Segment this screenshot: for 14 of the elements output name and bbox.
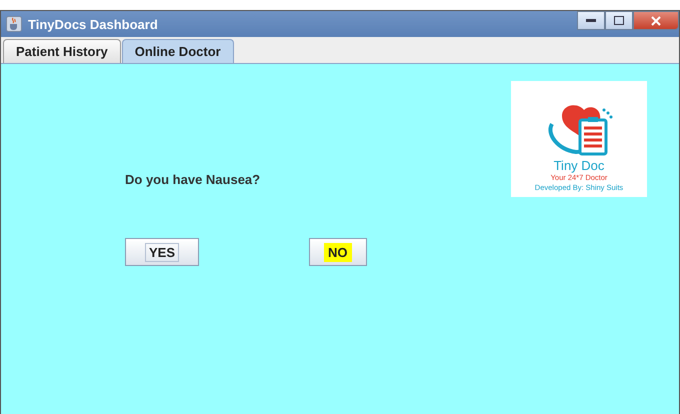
tab[interactable]: Online Doctor (122, 39, 234, 63)
question-text: Do you have Nausea? (125, 172, 260, 187)
maximize-icon (614, 16, 624, 25)
answer-button[interactable]: NO (309, 238, 367, 266)
coffee-cup-icon (6, 16, 22, 32)
close-icon (651, 16, 661, 26)
logo-name: Tiny Doc (554, 158, 604, 173)
maximize-button[interactable] (605, 11, 633, 30)
answer-button[interactable]: YES (125, 238, 200, 266)
close-button[interactable] (633, 11, 679, 30)
minimize-button[interactable] (577, 11, 605, 30)
tab[interactable]: Patient History (3, 39, 121, 63)
window-title: TinyDocs Dashboard (28, 16, 158, 32)
minimize-icon (586, 18, 596, 22)
